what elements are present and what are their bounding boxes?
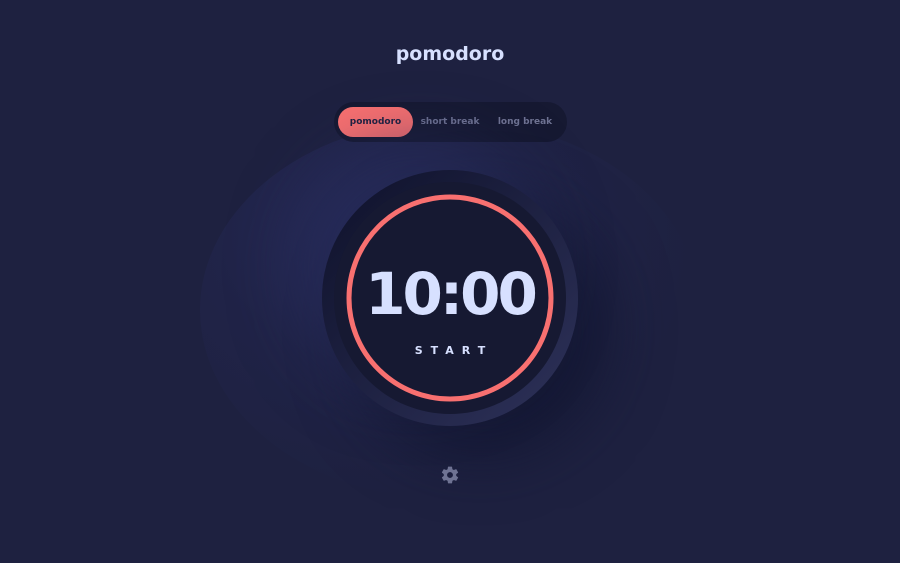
pomodoro-app: pomodoro pomodoro short break long break… — [0, 0, 900, 563]
timer-dial: 10:00 START — [322, 170, 578, 426]
gear-icon[interactable] — [440, 465, 460, 485]
timer-face[interactable]: 10:00 START — [334, 182, 566, 414]
timer-display: 10:00 — [365, 260, 538, 328]
tab-short-break[interactable]: short break — [414, 107, 486, 137]
app-title: pomodoro — [395, 43, 505, 65]
mode-tabs: pomodoro short break long break — [334, 102, 567, 142]
tab-long-break[interactable]: long break — [487, 107, 563, 137]
tab-pomodoro[interactable]: pomodoro — [338, 107, 413, 137]
start-button[interactable]: START — [334, 344, 566, 357]
